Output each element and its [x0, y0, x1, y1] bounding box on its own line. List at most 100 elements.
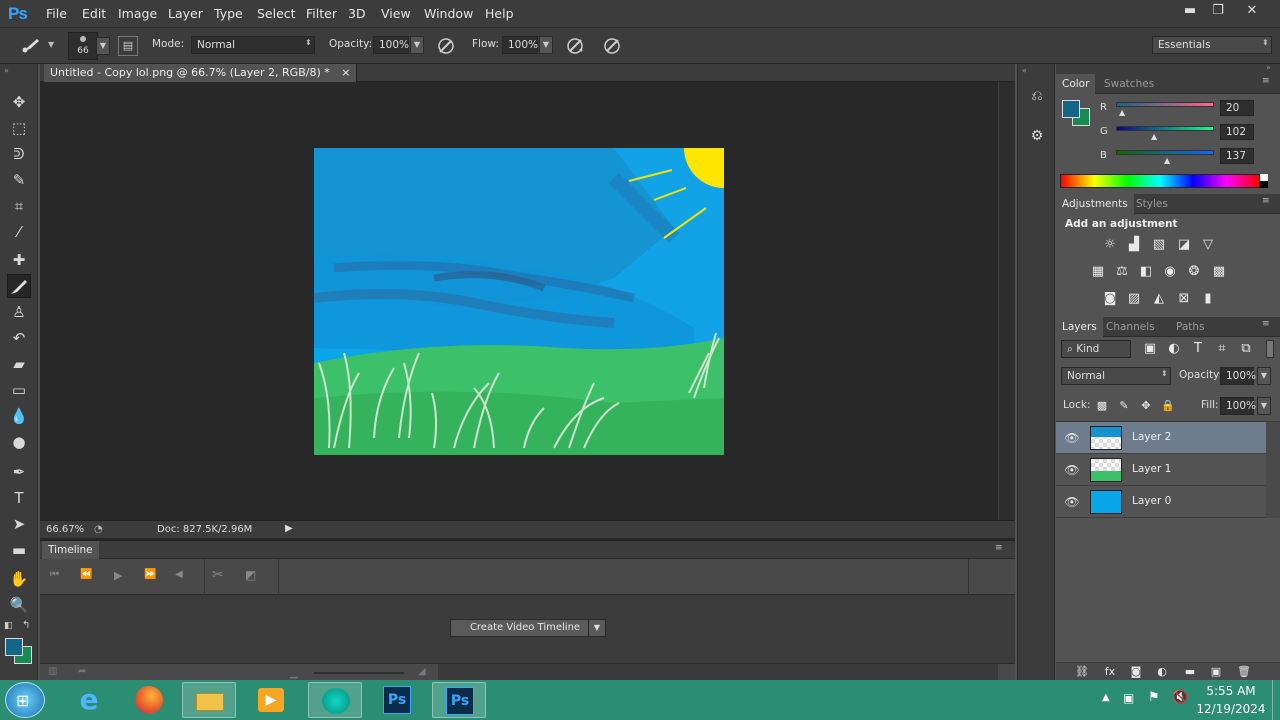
r-slider[interactable] [1116, 102, 1214, 107]
g-value-input[interactable]: 102 [1220, 124, 1254, 140]
browser-app-icon[interactable] [308, 682, 362, 718]
collapse-right-dock-icon[interactable]: » [1266, 63, 1271, 72]
move-tool-icon[interactable]: ✥ [7, 90, 31, 114]
threshold-icon[interactable]: ◭ [1151, 292, 1167, 306]
crop-tool-icon[interactable]: ⌗ [7, 194, 31, 218]
healing-brush-tool-icon[interactable]: ✚ [7, 248, 31, 272]
zoom-tool-icon[interactable]: 🔍 [7, 593, 31, 617]
close-button[interactable]: ✕ [1238, 2, 1266, 22]
timeline-type-dropdown[interactable]: ▼ [588, 619, 606, 637]
color-panel-menu-icon[interactable]: ≡ [1262, 76, 1270, 86]
brush-preset-dropdown-icon[interactable]: ▼ [48, 40, 54, 49]
document-tab[interactable]: Untitled - Copy lol.png @ 66.7% (Layer 2… [44, 64, 358, 82]
filter-type-icon[interactable]: T [1190, 342, 1206, 356]
blend-mode-select[interactable]: Normal [1061, 367, 1171, 385]
marquee-tool-icon[interactable]: ⬚ [7, 116, 31, 140]
add-mask-icon[interactable]: ◙ [1128, 665, 1144, 679]
document-tab-close-icon[interactable]: × [341, 66, 350, 79]
layer-row-layer-1[interactable]: 👁 Layer 1 [1056, 454, 1266, 486]
brush-size-picker[interactable]: 66 [68, 32, 98, 60]
g-slider-thumb[interactable]: ▲ [1151, 132, 1157, 141]
menu-window[interactable]: Window [424, 6, 473, 21]
fill-input[interactable]: 100% [1220, 397, 1256, 415]
media-player-icon[interactable]: ▶ [244, 682, 298, 718]
b-slider[interactable] [1116, 150, 1214, 155]
clock-time[interactable]: 5:55 AM [1196, 684, 1266, 698]
curves-icon[interactable]: ▧ [1151, 238, 1167, 252]
gradient-tool-icon[interactable]: ▭ [7, 378, 31, 402]
timeline-frames-icon[interactable]: ▥ [48, 666, 57, 677]
timeline-zoom-slider[interactable] [314, 672, 404, 674]
clone-stamp-tool-icon[interactable]: ♙ [7, 300, 31, 324]
first-frame-icon[interactable]: ⏮ [50, 569, 59, 580]
menu-filter[interactable]: Filter [306, 6, 337, 21]
b-slider-thumb[interactable]: ▲ [1164, 156, 1170, 165]
minimize-button[interactable]: ▬ [1176, 2, 1204, 22]
black-white-icon[interactable]: ◧ [1138, 265, 1154, 279]
layer-filter-toggle[interactable] [1266, 340, 1274, 358]
next-frame-icon[interactable]: ⏩ [144, 569, 156, 580]
menu-type[interactable]: Type [214, 6, 243, 21]
airbrush-icon[interactable] [565, 36, 585, 56]
photo-filter-icon[interactable]: ◉ [1162, 265, 1178, 279]
black-swatch[interactable] [1260, 181, 1268, 188]
brightness-contrast-icon[interactable]: ☼ [1102, 238, 1118, 252]
quick-selection-tool-icon[interactable]: ✎ [7, 168, 31, 192]
opacity-dropdown[interactable]: ▼ [410, 36, 424, 54]
menu-view[interactable]: View [381, 6, 411, 21]
color-spectrum-ramp[interactable] [1060, 174, 1260, 188]
exposure-icon[interactable]: ◪ [1176, 238, 1192, 252]
create-video-timeline-button[interactable]: Create Video Timeline [450, 619, 600, 637]
blur-tool-icon[interactable]: 💧 [7, 404, 31, 428]
photoshop-active-icon[interactable]: Ps [432, 682, 486, 718]
menu-file[interactable]: File [46, 6, 67, 21]
flow-dropdown[interactable]: ▼ [539, 36, 553, 54]
vertical-scrollbar[interactable] [998, 82, 1015, 520]
layer-name[interactable]: Layer 1 [1132, 463, 1171, 475]
history-brush-tool-icon[interactable]: ↶ [7, 326, 31, 350]
eyedropper-tool-icon[interactable]: ⁄ [7, 220, 31, 244]
selective-color-icon[interactable]: ⊠ [1176, 292, 1192, 306]
lock-position-icon[interactable]: ✥ [1138, 399, 1154, 413]
layer-name[interactable]: Layer 2 [1132, 431, 1171, 443]
lock-all-icon[interactable]: 🔒 [1160, 399, 1176, 413]
adjustments-panel-menu-icon[interactable]: ≡ [1262, 196, 1270, 206]
new-group-icon[interactable]: ▬ [1182, 665, 1198, 679]
filter-adjustment-icon[interactable]: ◐ [1166, 342, 1182, 356]
pressure-size-icon[interactable] [602, 36, 622, 56]
link-layers-icon[interactable]: ⛓ [1074, 665, 1090, 679]
menu-image[interactable]: Image [118, 6, 157, 21]
mode-select[interactable]: Normal [191, 36, 315, 54]
lock-image-icon[interactable]: ✎ [1116, 399, 1132, 413]
type-tool-icon[interactable]: T [7, 486, 31, 510]
expand-dock-icon[interactable]: « [1022, 66, 1027, 75]
fill-dropdown[interactable]: ▼ [1257, 397, 1271, 415]
tab-channels[interactable]: Channels [1100, 317, 1161, 337]
start-button[interactable]: ⊞ [5, 682, 45, 718]
pressure-opacity-icon[interactable] [436, 36, 456, 56]
tab-paths[interactable]: Paths [1170, 317, 1211, 337]
eraser-tool-icon[interactable]: ▰ [7, 352, 31, 376]
tab-color[interactable]: Color [1056, 74, 1096, 94]
pen-tool-icon[interactable]: ✒ [7, 460, 31, 484]
visibility-eye-icon[interactable]: 👁 [1064, 494, 1080, 510]
timeline-render-icon[interactable]: ➦ [78, 666, 86, 677]
action-center-flag-icon[interactable]: ⚑ [1148, 690, 1160, 705]
b-value-input[interactable]: 137 [1220, 148, 1254, 164]
collapse-toolbox-icon[interactable]: » [4, 66, 9, 75]
vibrance-icon[interactable]: ▽ [1200, 238, 1216, 252]
layer-opacity-dropdown[interactable]: ▼ [1257, 367, 1271, 385]
volume-muted-icon[interactable]: 🔇 [1172, 690, 1188, 705]
menu-select[interactable]: Select [257, 6, 296, 21]
network-icon[interactable]: ▣ [1123, 691, 1134, 705]
tab-swatches[interactable]: Swatches [1098, 74, 1160, 94]
image-canvas[interactable] [314, 148, 724, 455]
white-swatch[interactable] [1260, 174, 1268, 181]
file-explorer-icon[interactable] [182, 682, 236, 718]
hand-tool-icon[interactable]: ✋ [7, 567, 31, 591]
show-desktop-button[interactable] [1272, 680, 1280, 720]
r-value-input[interactable]: 20 [1220, 100, 1254, 116]
restore-button[interactable]: ❐ [1204, 2, 1232, 22]
previous-frame-icon[interactable]: ⏪ [80, 569, 92, 580]
filter-pixel-icon[interactable]: ▣ [1142, 342, 1158, 356]
